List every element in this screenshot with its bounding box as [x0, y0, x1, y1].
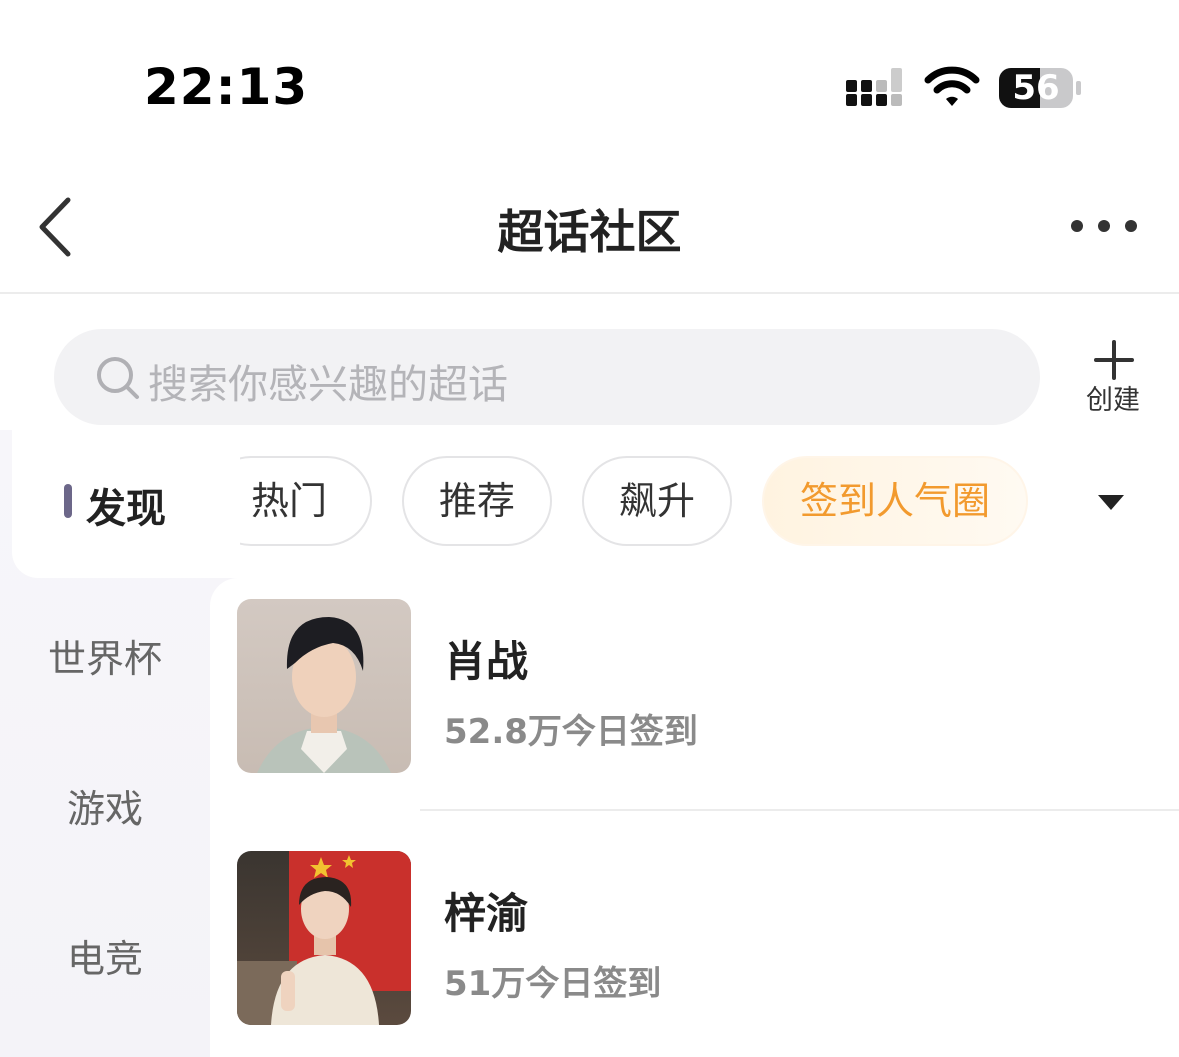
- battery-icon: 56: [998, 66, 1082, 110]
- item-checkin-count: 51万今日签到: [444, 964, 662, 1004]
- search-placeholder: 搜索你感兴趣的超话: [148, 362, 508, 408]
- battery-level: 56: [1012, 68, 1060, 108]
- back-button[interactable]: [34, 196, 76, 258]
- caret-down-icon[interactable]: [1096, 492, 1126, 512]
- filter-chips: 热门 推荐 飙升 签到人气圈: [240, 452, 1080, 552]
- item-name[interactable]: 梓渝: [444, 880, 528, 941]
- search-icon: [97, 357, 139, 399]
- wifi-icon: [924, 66, 980, 106]
- item-checkin-count: 52.8万今日签到: [444, 712, 698, 752]
- chip-rising[interactable]: 飙升: [582, 456, 732, 546]
- avatar-xiaozhan[interactable]: [237, 599, 411, 773]
- cellular-signal-icon: [846, 68, 902, 106]
- chip-recommend[interactable]: 推荐: [402, 456, 552, 546]
- active-indicator: [64, 484, 72, 518]
- chip-checkin-popular[interactable]: 签到人气圈: [762, 456, 1028, 546]
- more-dots-icon[interactable]: [1066, 216, 1142, 236]
- plus-icon: [1094, 340, 1134, 380]
- category-esports[interactable]: 电竞: [0, 928, 210, 983]
- category-active-curve: [210, 578, 240, 608]
- status-time: 22:13: [144, 58, 309, 116]
- row-divider: [420, 809, 1179, 811]
- header-divider: [0, 292, 1179, 294]
- page-title: 超话社区: [497, 205, 682, 259]
- create-label: 创建: [1086, 385, 1140, 416]
- category-discover[interactable]: 发现: [86, 476, 166, 534]
- category-games[interactable]: 游戏: [0, 778, 210, 833]
- category-worldcup[interactable]: 世界杯: [0, 628, 210, 683]
- avatar-ziyu[interactable]: [237, 851, 411, 1025]
- chip-hot[interactable]: 热门: [240, 456, 372, 546]
- item-name[interactable]: 肖战: [444, 628, 528, 689]
